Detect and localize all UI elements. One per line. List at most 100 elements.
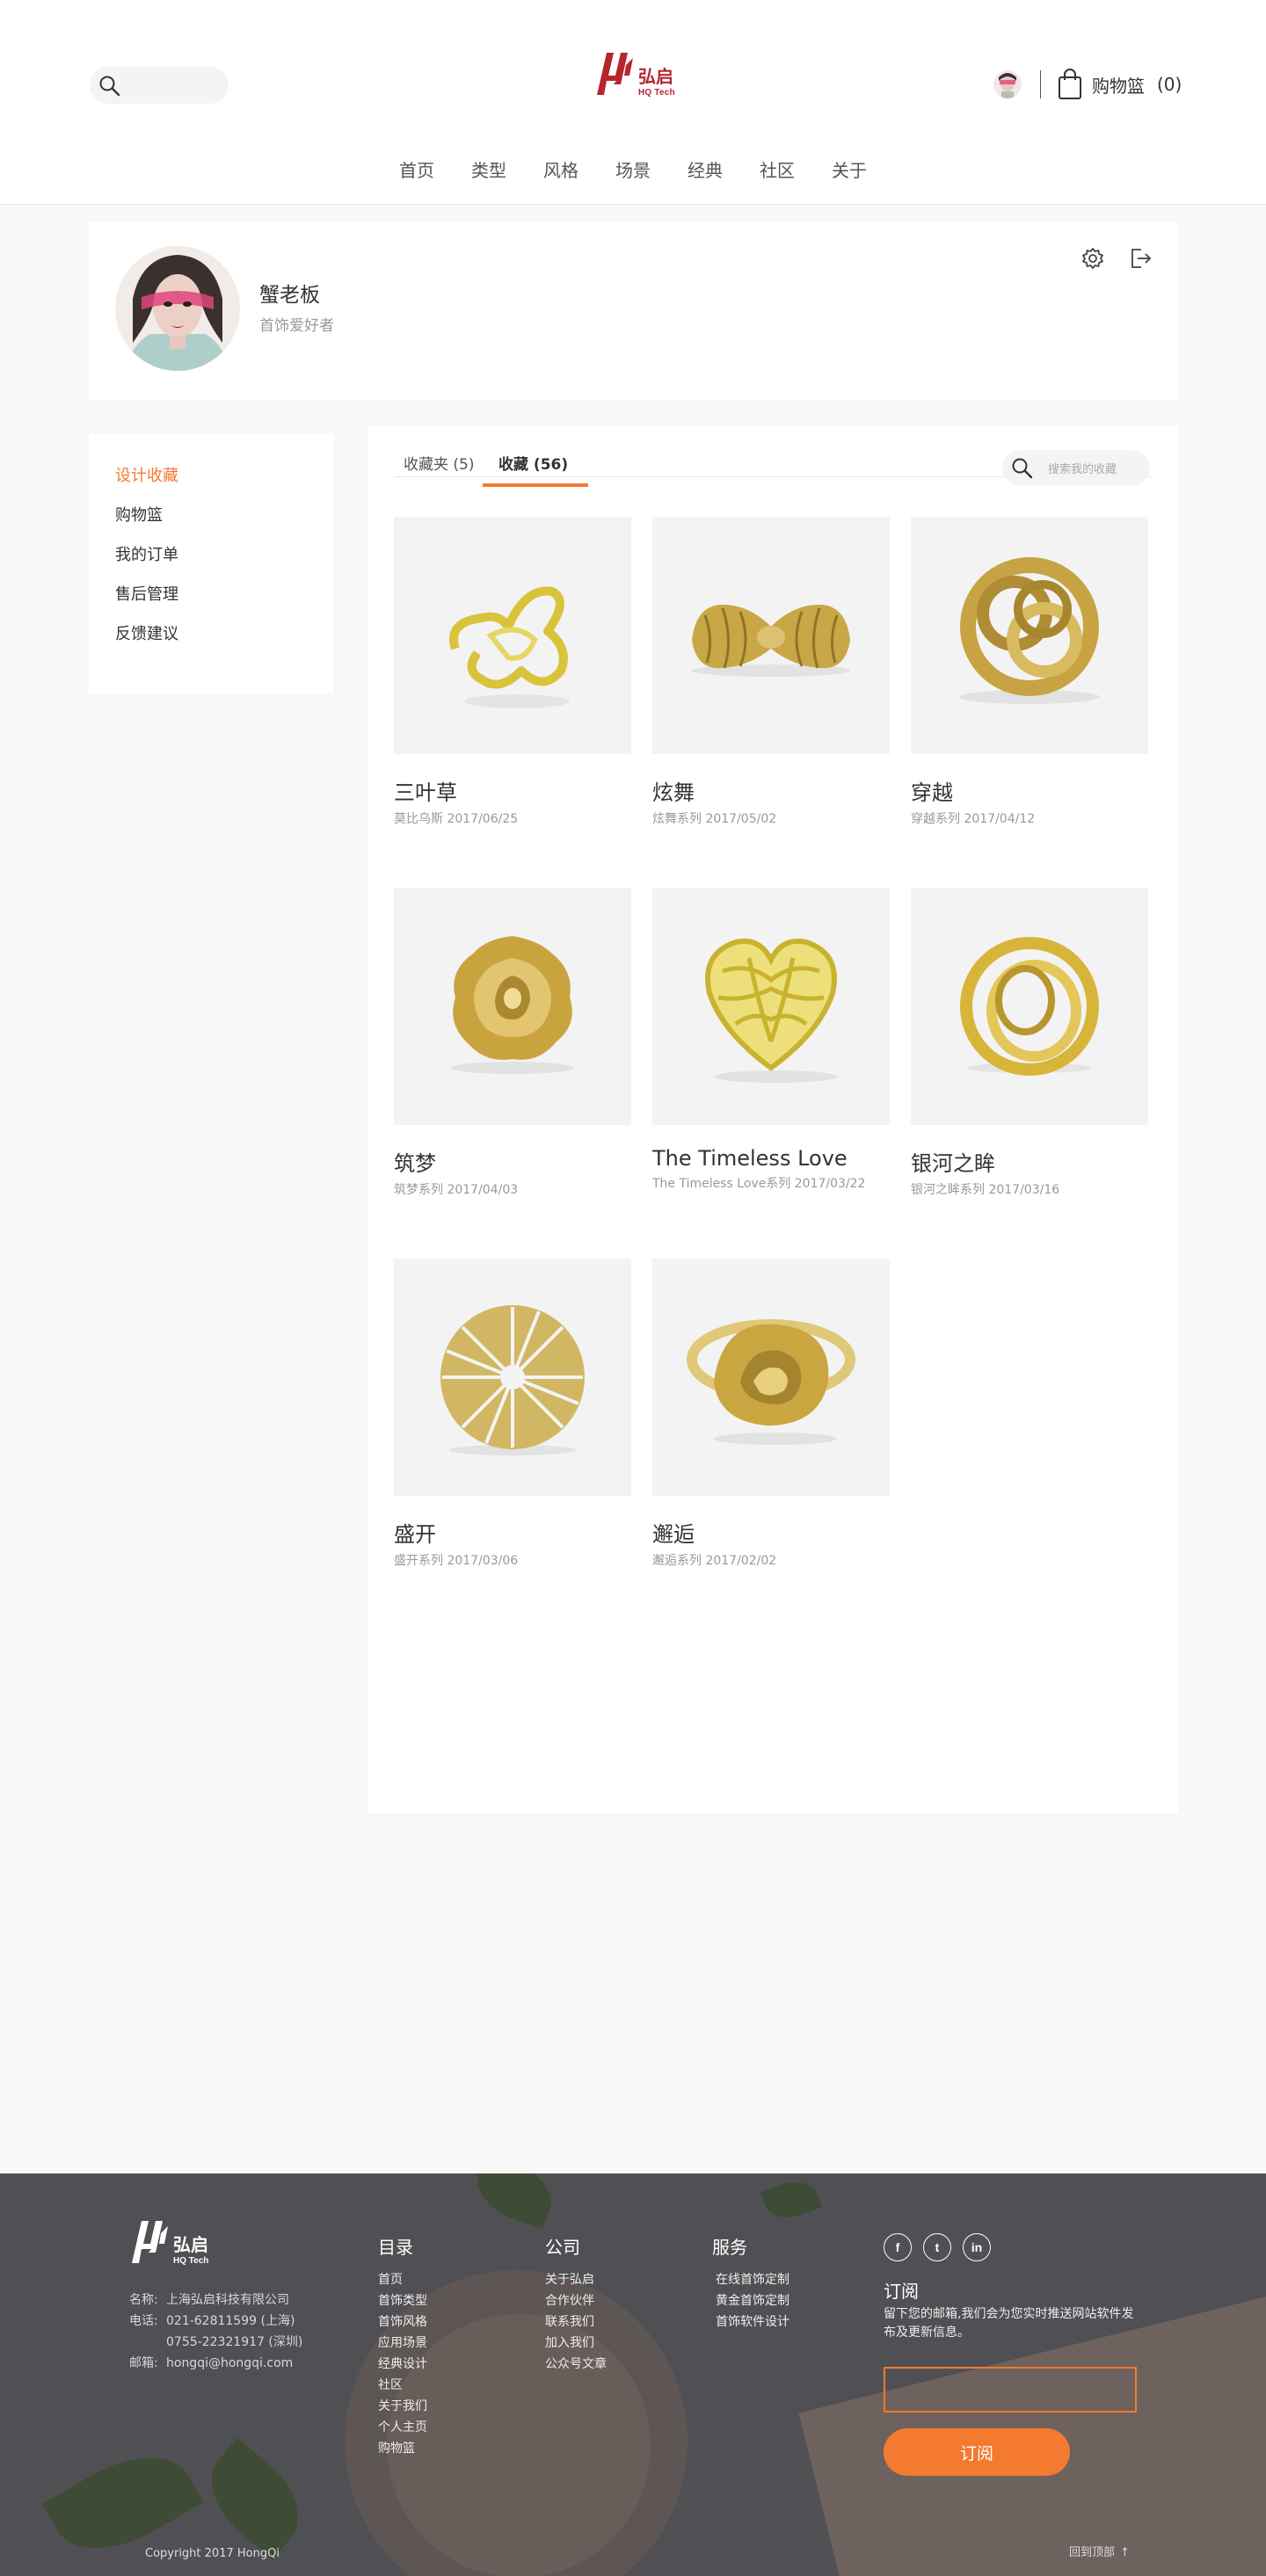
product-meta: 穿越系列 2017/04/12 — [911, 812, 1036, 826]
product-image[interactable] — [911, 517, 1148, 754]
footer-logo[interactable]: 弘启 HQ Tech — [129, 2217, 221, 2268]
back-to-top-link[interactable]: 回到顶部 ↑ — [1069, 2543, 1130, 2559]
product-image[interactable] — [652, 888, 890, 1125]
logout-icon — [1131, 249, 1152, 268]
sidebar-item-feedback[interactable]: 反馈建议 — [89, 614, 333, 654]
subscribe-title: 订阅 — [884, 2281, 919, 2302]
product-image[interactable] — [394, 1259, 631, 1496]
footer-catalog: 目录 首页 首饰类型 首饰风格 应用场景 经典设计 社区 关于我们 个人主页 购… — [378, 2233, 427, 2459]
product-title[interactable]: 邂逅 — [652, 1517, 890, 1548]
favorites-search-input[interactable]: 搜索我的收藏 — [1002, 450, 1150, 485]
footer-link[interactable]: 黄金首饰定制 — [712, 2290, 789, 2311]
cart-count: (0) — [1157, 74, 1182, 95]
twisted-ring-illustration — [687, 1319, 855, 1445]
footer-bg-leaf — [760, 2173, 823, 2226]
footer-bg-leaf — [192, 2437, 318, 2560]
product-title[interactable]: 穿越 — [911, 775, 1148, 806]
nav-home[interactable]: 首页 — [381, 156, 453, 182]
product-title[interactable]: 银河之眸 — [911, 1146, 1148, 1177]
product-meta: The Timeless Love系列 2017/03/22 — [652, 1177, 866, 1191]
twitter-icon[interactable]: t — [923, 2233, 951, 2261]
product-card[interactable]: The Timeless Love The Timeless Love系列 20… — [652, 888, 890, 1192]
user-avatar[interactable] — [993, 70, 1022, 98]
profile-title: 首饰爱好者 — [259, 317, 334, 335]
product-meta: 盛开系列 2017/03/06 — [394, 1554, 519, 1568]
copyright: Copyright 2017 HongQi — [145, 2547, 280, 2560]
lattice-heart-illustration — [705, 939, 837, 1083]
product-title[interactable]: 三叶草 — [394, 775, 631, 806]
footer-link[interactable]: 加入我们 — [545, 2333, 607, 2354]
header-search-input[interactable] — [90, 67, 229, 104]
footer-link[interactable]: 应用场景 — [378, 2333, 427, 2354]
product-card[interactable]: 盛开 盛开系列 2017/03/06 — [394, 1259, 631, 1569]
brand-subtitle: HQ Tech — [638, 88, 675, 98]
twisted-band-illustration — [692, 605, 850, 677]
search-icon — [1012, 458, 1033, 479]
brand-logo[interactable]: 弘启 HQ Tech — [594, 49, 686, 100]
facebook-icon[interactable]: f — [884, 2233, 912, 2261]
product-image[interactable] — [394, 888, 631, 1125]
footer-link[interactable]: 在线首饰定制 — [712, 2269, 789, 2290]
knot-ring-illustration — [959, 557, 1100, 704]
footer-link[interactable]: 关于我们 — [378, 2396, 427, 2417]
nav-classic[interactable]: 经典 — [669, 156, 741, 182]
product-card[interactable]: 筑梦 筑梦系列 2017/04/03 — [394, 888, 631, 1198]
wave-flower-illustration — [451, 936, 574, 1074]
footer-link[interactable]: 合作伙伴 — [545, 2290, 607, 2311]
footer-link[interactable]: 经典设计 — [378, 2354, 427, 2375]
company-info: 名称: 上海弘启科技有限公司 电话: 021-62811599 (上海) 0755-… — [129, 2293, 303, 2370]
settings-button[interactable] — [1080, 245, 1106, 272]
trefoil-ring-illustration — [449, 586, 570, 708]
subscribe-email-input[interactable] — [884, 2367, 1137, 2413]
main-nav: 首页 类型 风格 场景 经典 社区 关于 — [0, 156, 1266, 182]
footer-link[interactable]: 社区 — [378, 2375, 427, 2396]
product-image[interactable] — [652, 517, 890, 754]
product-meta: 邂逅系列 2017/02/02 — [652, 1554, 777, 1568]
footer-link[interactable]: 购物篮 — [378, 2438, 427, 2459]
footer-link[interactable]: 首饰软件设计 — [712, 2311, 789, 2333]
search-icon — [99, 76, 120, 97]
footer-link[interactable]: 个人主页 — [378, 2417, 427, 2438]
product-card[interactable]: 三叶草 莫比乌斯 2017/06/25 — [394, 517, 631, 827]
product-meta: 银河之眸系列 2017/03/16 — [911, 1183, 1060, 1197]
sidebar-item-design-favorites[interactable]: 设计收藏 — [89, 456, 333, 496]
nav-style[interactable]: 风格 — [525, 156, 597, 182]
sidebar-item-cart[interactable]: 购物篮 — [89, 496, 333, 535]
tab-favorites[interactable]: 收藏 (56) — [498, 451, 568, 486]
nav-about[interactable]: 关于 — [813, 156, 885, 182]
footer-link[interactable]: 首饰风格 — [378, 2311, 427, 2333]
nav-type[interactable]: 类型 — [453, 156, 525, 182]
sidebar-item-orders[interactable]: 我的订单 — [89, 535, 333, 575]
active-tab-indicator — [483, 483, 588, 487]
product-card[interactable]: 银河之眸 银河之眸系列 2017/03/16 — [911, 888, 1148, 1198]
product-image[interactable] — [652, 1259, 890, 1496]
tab-folders[interactable]: 收藏夹 (5) — [404, 451, 474, 486]
product-title[interactable]: 筑梦 — [394, 1146, 631, 1177]
footer-link[interactable]: 关于弘启 — [545, 2269, 607, 2290]
product-meta: 莫比乌斯 2017/06/25 — [394, 812, 519, 826]
linkedin-icon[interactable]: in — [963, 2233, 991, 2261]
footer-link[interactable]: 首饰类型 — [378, 2290, 427, 2311]
product-card[interactable]: 穿越 穿越系列 2017/04/12 — [911, 517, 1148, 827]
logout-button[interactable] — [1127, 245, 1153, 272]
product-image[interactable] — [394, 517, 631, 754]
nav-community[interactable]: 社区 — [741, 156, 813, 182]
subscribe-button[interactable]: 订阅 — [884, 2428, 1070, 2476]
double-ring-illustration — [960, 937, 1099, 1076]
footer-bg-leaf — [468, 2173, 561, 2230]
product-image[interactable] — [911, 888, 1148, 1125]
footer-link[interactable]: 联系我们 — [545, 2311, 607, 2333]
footer-link[interactable]: 首页 — [378, 2269, 427, 2290]
search-placeholder: 搜索我的收藏 — [1048, 463, 1117, 476]
sidebar-item-after-sales[interactable]: 售后管理 — [89, 575, 333, 614]
product-title[interactable]: 炫舞 — [652, 775, 890, 806]
footer-link[interactable]: 公众号文章 — [545, 2354, 607, 2375]
cart-button[interactable]: 购物篮 (0) — [1057, 67, 1182, 102]
product-meta: 筑梦系列 2017/04/03 — [394, 1183, 519, 1197]
footer-company: 公司 关于弘启 合作伙伴 联系我们 加入我们 公众号文章 — [545, 2233, 607, 2375]
product-title[interactable]: 盛开 — [394, 1517, 631, 1548]
product-card[interactable]: 邂逅 邂逅系列 2017/02/02 — [652, 1259, 890, 1569]
nav-scene[interactable]: 场景 — [597, 156, 669, 182]
product-card[interactable]: 炫舞 炫舞系列 2017/05/02 — [652, 517, 890, 827]
product-title[interactable]: The Timeless Love — [652, 1146, 890, 1171]
